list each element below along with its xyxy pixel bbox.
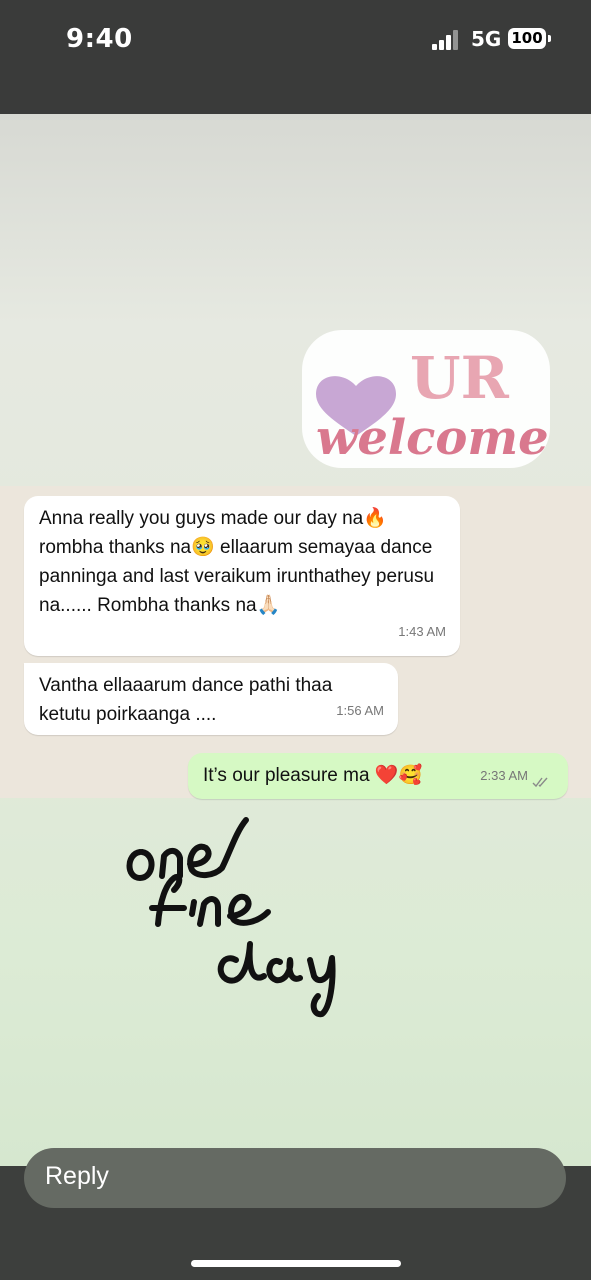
one-fine-day-sticker bbox=[126, 817, 336, 1018]
reply-input[interactable]: Reply bbox=[24, 1148, 566, 1208]
message-bubble-incoming: Vantha ellaaarum dance pathi thaa ketutu… bbox=[24, 663, 398, 735]
message-time: 1:43 AM bbox=[398, 624, 446, 639]
status-bar: 9:40 5G 100 bbox=[0, 0, 591, 114]
message-text: Anna really you guys made our day na🔥 ro… bbox=[39, 508, 435, 616]
reply-placeholder: Reply bbox=[45, 1162, 109, 1190]
ur-welcome-sticker: UR welcome bbox=[302, 330, 550, 468]
battery-tip bbox=[548, 35, 551, 42]
message-bubble-outgoing: It’s our pleasure ma ❤️🥰 2:33 AM bbox=[188, 753, 568, 799]
read-receipt-icon bbox=[532, 777, 548, 788]
home-indicator[interactable] bbox=[191, 1260, 401, 1267]
message-time: 2:33 AM bbox=[480, 768, 528, 783]
signal-icon bbox=[432, 30, 462, 50]
message-bubble-incoming: Anna really you guys made our day na🔥 ro… bbox=[24, 496, 460, 656]
network-type: 5G bbox=[471, 27, 502, 51]
status-time: 9:40 bbox=[66, 24, 133, 54]
message-time: 1:56 AM bbox=[336, 703, 384, 718]
battery-icon: 100 bbox=[508, 28, 546, 49]
ur-text: UR bbox=[410, 344, 510, 412]
welcome-text: welcome bbox=[316, 410, 549, 466]
